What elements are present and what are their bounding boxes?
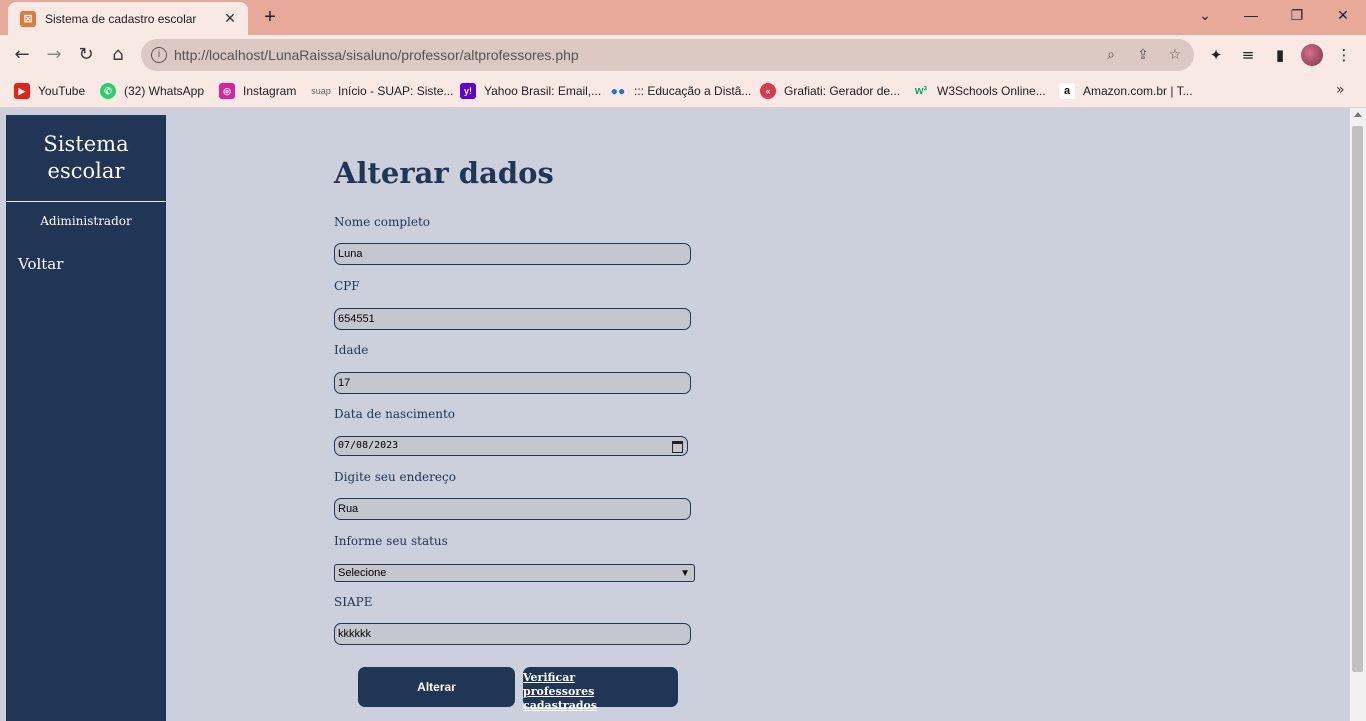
- bookmark-label: ::: Educação a Distâ...: [634, 84, 752, 98]
- new-tab-button[interactable]: +: [258, 5, 282, 29]
- bookmark-label: Grafiati: Gerador de...: [784, 84, 901, 98]
- idade-input[interactable]: 17: [334, 372, 691, 394]
- bookmarks-bar: ▶ YouTube ✆ (32) WhatsApp ◎ Instagram su…: [0, 75, 1366, 108]
- bookmark-youtube[interactable]: ▶ YouTube: [14, 82, 85, 100]
- share-icon[interactable]: ⇪: [1133, 45, 1153, 65]
- endereco-input[interactable]: Rua: [334, 498, 691, 520]
- sidebar-title-line: escolar: [47, 159, 125, 183]
- site-info-icon[interactable]: i: [151, 47, 167, 63]
- nome-label: Nome completo: [334, 215, 431, 229]
- address-bar[interactable]: i http://localhost/LunaRaissa/sisaluno/p…: [141, 39, 1194, 71]
- whatsapp-icon: ✆: [100, 83, 116, 99]
- date-value: 07/08/2023: [338, 440, 399, 451]
- bookmark-amazon[interactable]: a Amazon.com.br | T...: [1059, 82, 1193, 100]
- bookmark-ead[interactable]: ●● ::: Educação a Distâ...: [610, 82, 752, 100]
- home-button[interactable]: ⌂: [106, 43, 130, 67]
- bookmark-label: (32) WhatsApp: [124, 84, 205, 98]
- sidebar-divider: [6, 201, 166, 202]
- page-scrollbar[interactable]: [1350, 108, 1366, 721]
- youtube-icon: ▶: [14, 83, 30, 99]
- calendar-icon[interactable]: [672, 441, 683, 453]
- forward-button[interactable]: →: [42, 43, 66, 67]
- bookmark-star-icon[interactable]: ☆: [1165, 45, 1185, 65]
- amazon-icon: a: [1059, 83, 1075, 99]
- nascimento-date-input[interactable]: 07/08/2023: [334, 436, 688, 456]
- endereco-label: Digite seu endereço: [334, 470, 456, 484]
- scroll-thumb[interactable]: [1352, 126, 1363, 672]
- bookmark-label: W3Schools Online...: [937, 84, 1046, 98]
- sidebar-title-line: Sistema: [43, 132, 129, 156]
- bookmarks-overflow-icon[interactable]: »: [1336, 82, 1345, 98]
- zoom-icon[interactable]: ⌕: [1101, 45, 1121, 65]
- sidebar: Sistema escolar Adiministrador Voltar: [6, 115, 166, 721]
- suap-icon: suap: [311, 86, 331, 96]
- close-tab-icon[interactable]: ✕: [220, 10, 240, 27]
- bookmark-w3schools[interactable]: w³ W3Schools Online...: [913, 82, 1046, 100]
- menu-icon[interactable]: ⋮: [1332, 43, 1356, 67]
- status-select[interactable]: Selecione ▼: [334, 564, 695, 582]
- extensions-icon[interactable]: ✦: [1204, 43, 1228, 67]
- cpf-input[interactable]: 654551: [334, 308, 691, 330]
- cpf-label: CPF: [334, 279, 360, 293]
- page-content: Sistema escolar Adiministrador Voltar Al…: [0, 108, 1350, 721]
- tab-search-icon[interactable]: ⌄: [1182, 0, 1228, 32]
- siape-input[interactable]: kkkkkk: [334, 623, 691, 645]
- scroll-up-icon[interactable]: [1354, 112, 1362, 117]
- bookmark-instagram[interactable]: ◎ Instagram: [219, 82, 296, 100]
- yahoo-icon: y!: [460, 83, 476, 99]
- nascimento-label: Data de nascimento: [334, 407, 456, 421]
- bookmark-yahoo[interactable]: y! Yahoo Brasil: Email,...: [460, 82, 601, 100]
- page-title: Alterar dados: [334, 156, 554, 190]
- status-selected-value: Selecione: [338, 567, 387, 579]
- bookmark-label: Yahoo Brasil: Email,...: [484, 84, 602, 98]
- sidebar-title: Sistema escolar: [6, 131, 166, 185]
- instagram-icon: ◎: [219, 83, 235, 99]
- browser-toolbar: ← → ↻ ⌂ i http://localhost/LunaRaissa/si…: [0, 35, 1366, 75]
- chevron-down-icon: ▼: [680, 568, 690, 579]
- idade-label: Idade: [334, 343, 369, 357]
- siape-label: SIAPE: [334, 595, 373, 609]
- bookmark-label: Instagram: [243, 84, 297, 98]
- url-text[interactable]: http://localhost/LunaRaissa/sisaluno/pro…: [174, 47, 579, 63]
- bookmark-label: Amazon.com.br | T...: [1083, 84, 1193, 98]
- voltar-link[interactable]: Voltar: [18, 255, 63, 273]
- restore-button[interactable]: ❐: [1274, 0, 1320, 32]
- bookmark-label: YouTube: [38, 84, 86, 98]
- media-icon[interactable]: ≡: [1236, 43, 1260, 67]
- profile-avatar[interactable]: [1301, 44, 1323, 66]
- bookmark-grafiati[interactable]: « Grafiati: Gerador de...: [760, 82, 900, 100]
- tab-strip: ⊠ Sistema de cadastro escolar ✕ + ⌄ — ❐ …: [0, 0, 1366, 35]
- sidebar-admin-label: Adiministrador: [40, 214, 132, 228]
- back-button[interactable]: ←: [10, 43, 34, 67]
- browser-tab[interactable]: ⊠ Sistema de cadastro escolar ✕: [8, 2, 248, 35]
- minimize-button[interactable]: —: [1228, 0, 1274, 32]
- bookmark-label: Início - SUAP: Siste...: [338, 84, 454, 98]
- nome-input[interactable]: Luna: [334, 243, 691, 265]
- bookmark-suap[interactable]: suap Início - SUAP: Siste...: [311, 82, 454, 100]
- ead-icon: ●●: [610, 84, 626, 98]
- status-label: Informe seu status: [334, 534, 448, 548]
- xampp-icon: ⊠: [20, 10, 36, 27]
- bookmark-whatsapp[interactable]: ✆ (32) WhatsApp: [100, 82, 204, 100]
- verificar-line: cadastrados: [523, 699, 598, 712]
- tab-title: Sistema de cadastro escolar: [45, 11, 197, 26]
- close-window-button[interactable]: ✕: [1320, 0, 1366, 32]
- w3schools-icon: w³: [914, 85, 928, 97]
- verificar-professores-link[interactable]: Verificar professores cadastrados: [523, 667, 678, 712]
- verificar-line: Verificar professores: [523, 671, 595, 698]
- alterar-button[interactable]: Alterar: [358, 667, 515, 707]
- side-panel-icon[interactable]: ▮: [1268, 43, 1292, 67]
- reload-button[interactable]: ↻: [74, 43, 98, 67]
- grafiati-icon: «: [760, 83, 776, 99]
